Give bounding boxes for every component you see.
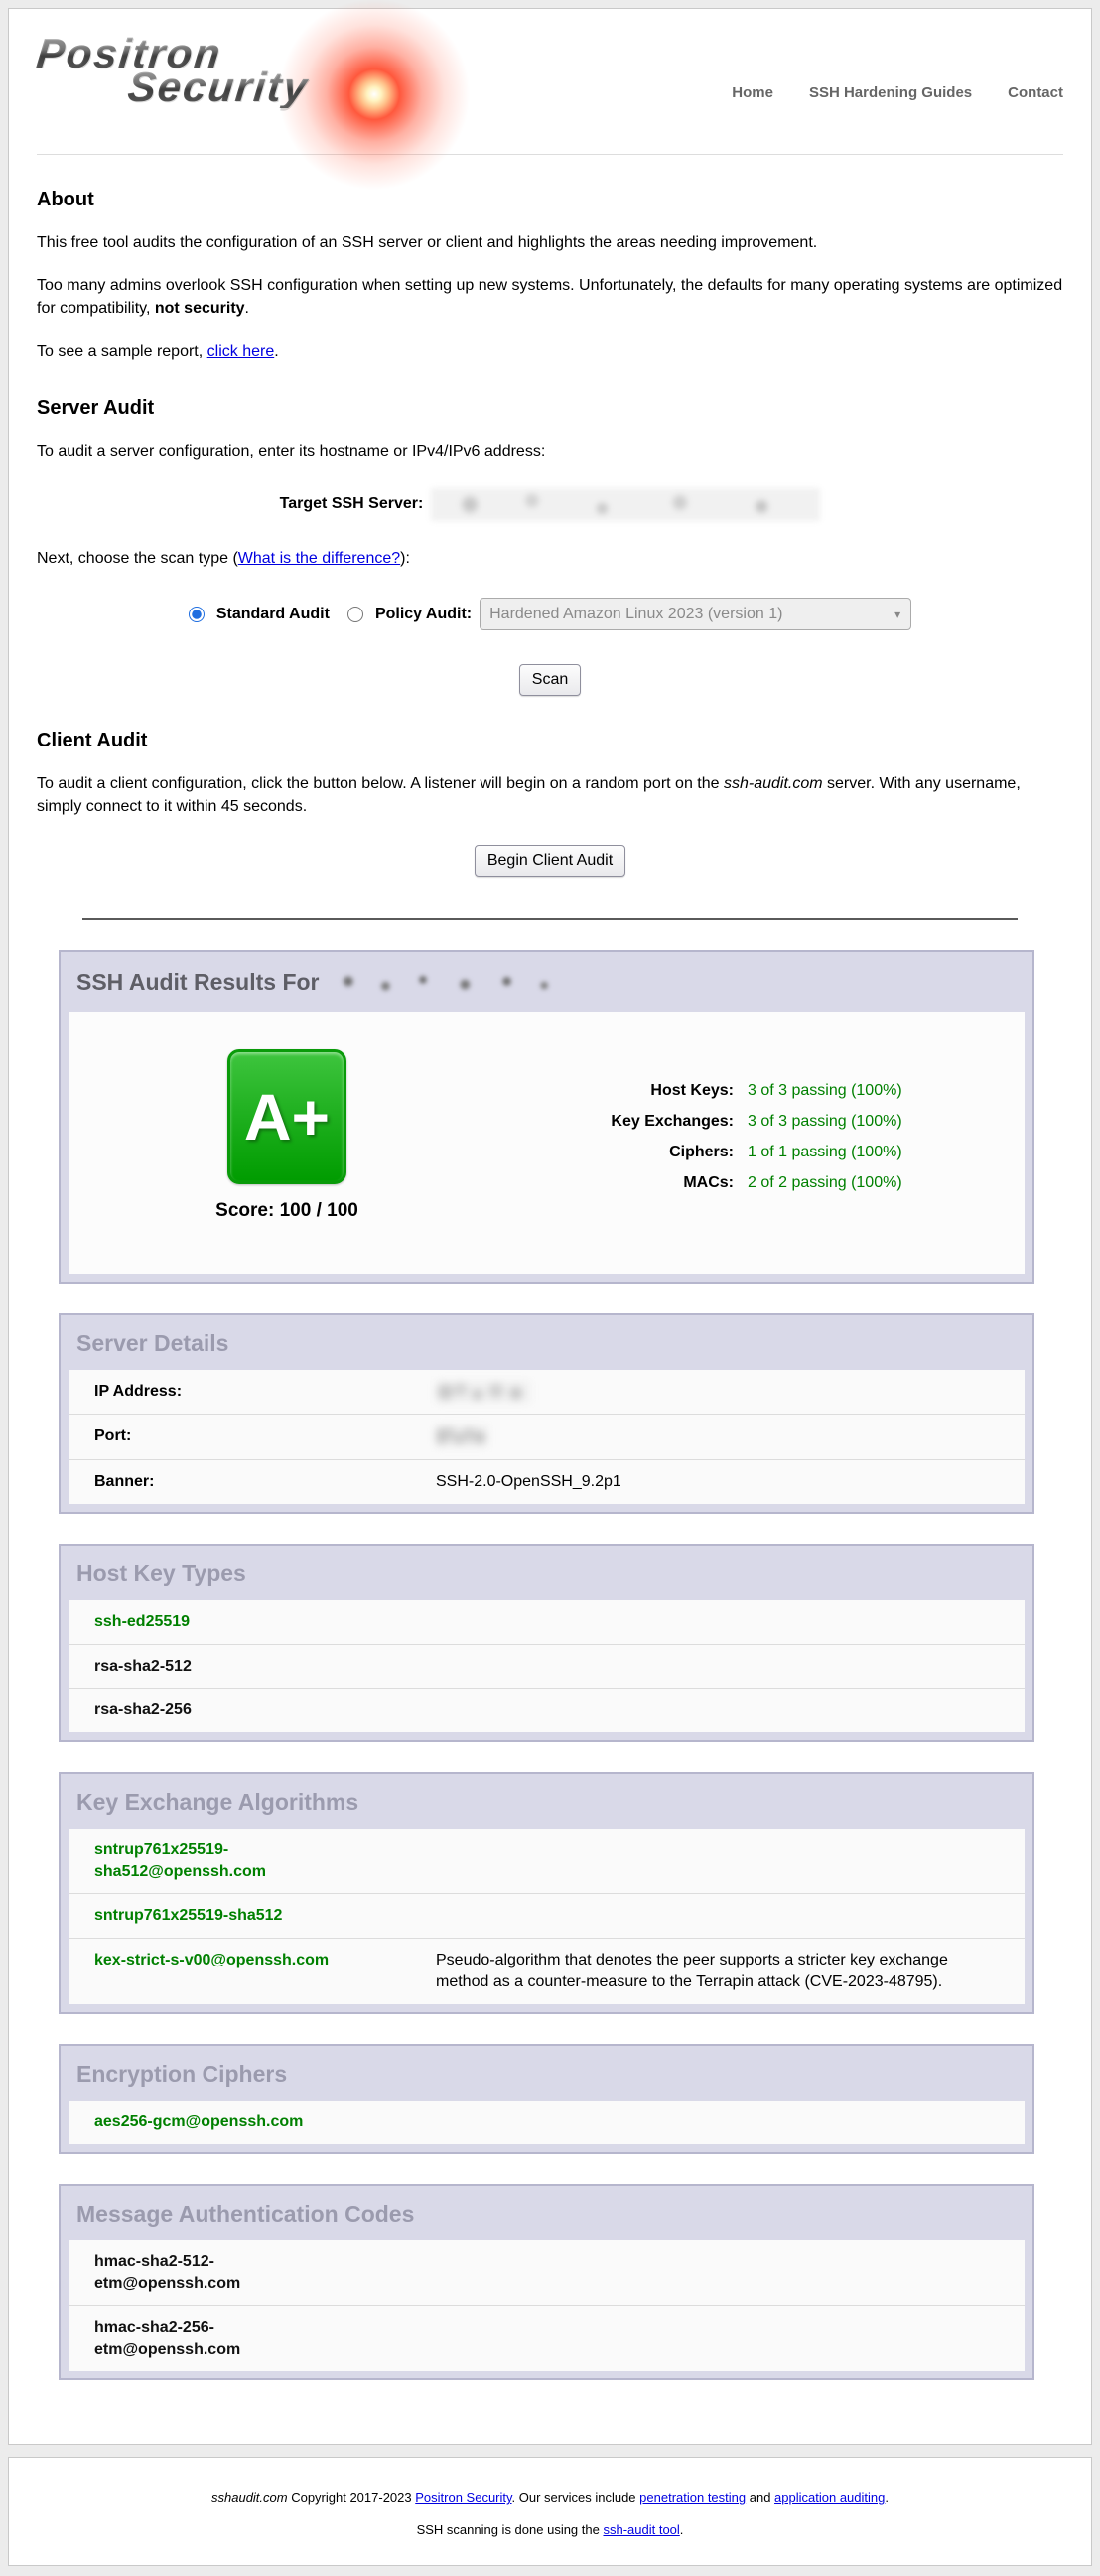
positron-security-link[interactable]: Positron Security bbox=[415, 2490, 511, 2505]
scan-type-row: Standard Audit Policy Audit: Hardened Am… bbox=[37, 598, 1063, 630]
not-security-emphasis: not security bbox=[155, 300, 245, 317]
server-details-title: Server Details bbox=[61, 1315, 1032, 1370]
encryption-ciphers-box: Encryption Ciphers aes256-gcm@openssh.co… bbox=[59, 2044, 1034, 2154]
results-panel: A+ Score: 100 / 100 Host Keys: 3 of 3 pa… bbox=[69, 1012, 1025, 1274]
ip-address-label: IP Address: bbox=[94, 1381, 344, 1404]
policy-select-value: Hardened Amazon Linux 2023 (version 1) bbox=[489, 606, 782, 623]
ssh-audit-results-box: SSH Audit Results For A+ Score: 100 / 10… bbox=[59, 950, 1034, 1284]
kex-note: Pseudo-algorithm that denotes the peer s… bbox=[436, 1950, 1005, 1994]
table-row: Port: bbox=[69, 1415, 1025, 1460]
key-exchange-title: Key Exchange Algorithms bbox=[61, 1774, 1032, 1829]
kex-name: sntrup761x25519-sha512@openssh.com bbox=[94, 1839, 344, 1882]
about-paragraph-2: Too many admins overlook SSH configurati… bbox=[37, 274, 1063, 320]
kex-note bbox=[436, 1905, 1005, 1927]
penetration-testing-link[interactable]: penetration testing bbox=[639, 2490, 746, 2505]
server-details-box: Server Details IP Address: Port: Banner:… bbox=[59, 1313, 1034, 1515]
results-box-title: SSH Audit Results For bbox=[61, 952, 1032, 1012]
policy-audit-radio[interactable] bbox=[347, 607, 363, 622]
sample-report-link[interactable]: click here bbox=[207, 343, 275, 360]
standard-audit-radio[interactable] bbox=[189, 607, 205, 622]
macs-box: Message Authentication Codes hmac-sha2-5… bbox=[59, 2184, 1034, 2380]
grade-column: A+ Score: 100 / 100 bbox=[69, 1049, 505, 1222]
redacted-ip-address bbox=[436, 1381, 530, 1403]
grade-letter: A+ bbox=[244, 1079, 330, 1154]
chevron-down-icon: ▾ bbox=[894, 608, 900, 621]
target-ssh-server-input[interactable] bbox=[431, 488, 820, 521]
footer-line-2: SSH scanning is done using the ssh-audit… bbox=[9, 2522, 1091, 2537]
server-audit-title: Server Audit bbox=[37, 397, 1063, 420]
cipher-name: aes256-gcm@openssh.com bbox=[94, 2111, 344, 2133]
header-divider bbox=[37, 154, 1063, 155]
list-item: rsa-sha2-512 bbox=[69, 1645, 1025, 1690]
host-key-name: rsa-sha2-256 bbox=[94, 1699, 344, 1721]
about-paragraph-3: To see a sample report, click here. bbox=[37, 340, 1063, 363]
kex-note bbox=[436, 1839, 1005, 1882]
redacted-hostname bbox=[330, 967, 563, 999]
host-key-types-box: Host Key Types ssh-ed25519 rsa-sha2-512 … bbox=[59, 1544, 1034, 1742]
table-row: IP Address: bbox=[69, 1370, 1025, 1416]
begin-client-audit-button[interactable]: Begin Client Audit bbox=[475, 845, 625, 877]
policy-select[interactable]: Hardened Amazon Linux 2023 (version 1) ▾ bbox=[480, 598, 911, 630]
target-ssh-server-row: Target SSH Server: bbox=[37, 488, 1063, 521]
about-title: About bbox=[37, 189, 1063, 211]
ssh-audit-tool-link[interactable]: ssh-audit tool bbox=[603, 2522, 679, 2537]
table-row: Banner: SSH-2.0-OpenSSH_9.2p1 bbox=[69, 1460, 1025, 1504]
list-item: hmac-sha2-256-etm@openssh.com bbox=[69, 2306, 1025, 2371]
client-audit-paragraph: To audit a client configuration, click t… bbox=[37, 772, 1063, 818]
grade-badge: A+ bbox=[227, 1049, 346, 1184]
footer-line-1: sshaudit.com Copyright 2017-2023 Positro… bbox=[9, 2490, 1091, 2505]
server-audit-intro: To audit a server configuration, enter i… bbox=[37, 440, 1063, 463]
list-item: sntrup761x25519-sha512@openssh.com bbox=[69, 1829, 1025, 1894]
stats-column: Host Keys: 3 of 3 passing (100%) Key Exc… bbox=[505, 1049, 902, 1222]
logo-text-line2: Security bbox=[126, 67, 311, 108]
banner-value: SSH-2.0-OpenSSH_9.2p1 bbox=[436, 1471, 1005, 1493]
redacted-port bbox=[436, 1425, 487, 1447]
main-nav: Home SSH Hardening Guides Contact bbox=[732, 29, 1063, 101]
kex-name: sntrup761x25519-sha512 bbox=[94, 1905, 344, 1927]
policy-audit-label: Policy Audit: bbox=[375, 606, 472, 623]
scan-type-difference-link[interactable]: What is the difference? bbox=[238, 550, 400, 567]
port-label: Port: bbox=[94, 1425, 344, 1448]
list-item: ssh-ed25519 bbox=[69, 1600, 1025, 1645]
banner-label: Banner: bbox=[94, 1471, 344, 1493]
encryption-ciphers-title: Encryption Ciphers bbox=[61, 2046, 1032, 2101]
score-text: Score: 100 / 100 bbox=[215, 1200, 358, 1222]
site-header: Positron Security Home SSH Hardening Gui… bbox=[37, 29, 1063, 144]
scan-button[interactable]: Scan bbox=[519, 664, 581, 696]
macs-title: Message Authentication Codes bbox=[61, 2186, 1032, 2240]
list-item: aes256-gcm@openssh.com bbox=[69, 2101, 1025, 2144]
mac-name: hmac-sha2-512-etm@openssh.com bbox=[94, 2251, 344, 2294]
list-item: kex-strict-s-v00@openssh.com Pseudo-algo… bbox=[69, 1939, 1025, 2005]
client-audit-title: Client Audit bbox=[37, 730, 1063, 752]
application-auditing-link[interactable]: application auditing bbox=[774, 2490, 885, 2505]
nav-contact[interactable]: Contact bbox=[1008, 84, 1063, 101]
ssh-audit-domain: ssh-audit.com bbox=[724, 775, 823, 792]
key-exchange-box: Key Exchange Algorithms sntrup761x25519-… bbox=[59, 1772, 1034, 2015]
target-ssh-server-label: Target SSH Server: bbox=[280, 495, 424, 513]
stat-macs: MACs: 2 of 2 passing (100%) bbox=[505, 1174, 902, 1192]
stat-ciphers: Ciphers: 1 of 1 passing (100%) bbox=[505, 1144, 902, 1161]
mac-name: hmac-sha2-256-etm@openssh.com bbox=[94, 2317, 344, 2360]
nav-ssh-hardening-guides[interactable]: SSH Hardening Guides bbox=[809, 84, 972, 101]
nav-home[interactable]: Home bbox=[732, 84, 773, 101]
standard-audit-label: Standard Audit bbox=[216, 606, 330, 623]
stat-host-keys: Host Keys: 3 of 3 passing (100%) bbox=[505, 1082, 902, 1100]
results-divider bbox=[82, 918, 1018, 920]
main-content-card: Positron Security Home SSH Hardening Gui… bbox=[8, 8, 1092, 2445]
list-item: rsa-sha2-256 bbox=[69, 1689, 1025, 1732]
site-footer: sshaudit.com Copyright 2017-2023 Positro… bbox=[8, 2457, 1092, 2566]
host-key-name: ssh-ed25519 bbox=[94, 1611, 344, 1633]
about-paragraph-1: This free tool audits the configuration … bbox=[37, 231, 1063, 254]
host-key-name: rsa-sha2-512 bbox=[94, 1656, 344, 1678]
stat-key-exchanges: Key Exchanges: 3 of 3 passing (100%) bbox=[505, 1113, 902, 1131]
footer-domain: sshaudit.com bbox=[211, 2490, 288, 2505]
host-key-types-title: Host Key Types bbox=[61, 1546, 1032, 1600]
list-item: hmac-sha2-512-etm@openssh.com bbox=[69, 2240, 1025, 2306]
list-item: sntrup761x25519-sha512 bbox=[69, 1894, 1025, 1939]
scan-type-prompt: Next, choose the scan type (What is the … bbox=[37, 547, 1063, 570]
kex-name: kex-strict-s-v00@openssh.com bbox=[94, 1950, 344, 1994]
positron-security-logo: Positron Security bbox=[37, 33, 464, 144]
